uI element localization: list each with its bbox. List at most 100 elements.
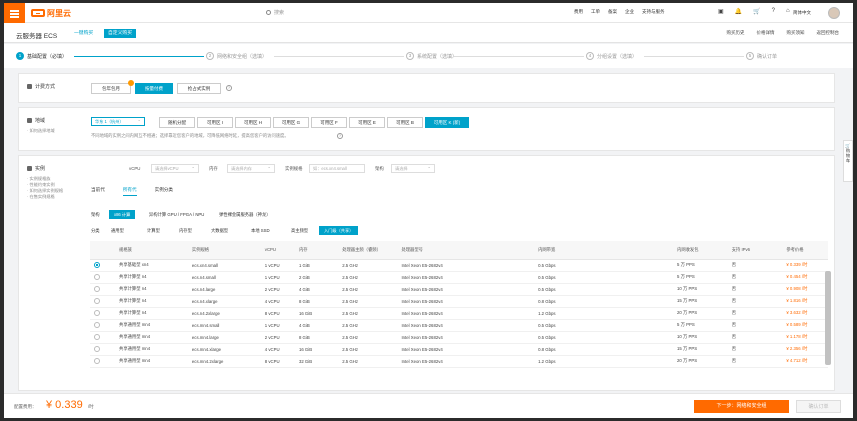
- zone-f[interactable]: 可用区 F: [311, 117, 347, 128]
- col-freq[interactable]: 处理器主频（睿频）: [338, 241, 398, 260]
- price-detail-link[interactable]: 价格详情: [757, 30, 775, 36]
- spec-search-input[interactable]: 如：ecs.xn4.small: [309, 164, 365, 173]
- cat-shared[interactable]: 入门级（共享）: [319, 226, 359, 235]
- tab-current-gen[interactable]: 当前代: [91, 187, 105, 196]
- instance-help-link[interactable]: · 在售实例规格: [27, 194, 55, 200]
- table-row[interactable]: 共享计算型 n4 ecs.n4.large 2 vCPU 4 GiB 2.5 GHz In…: [90, 283, 828, 296]
- freq-cell: 2.5 GHz: [338, 331, 398, 344]
- zone-i[interactable]: 可用区 I: [197, 117, 233, 128]
- zone-e[interactable]: 可用区 E: [349, 117, 385, 128]
- region-help-link[interactable]: · 如何选择地域: [27, 128, 55, 134]
- col-memory[interactable]: 内存: [294, 241, 339, 260]
- table-row[interactable]: 共享基础型 xn4 ecs.xn4.small 1 vCPU 1 GiB 2.5 GHz…: [90, 259, 828, 272]
- tab-all-gen[interactable]: 所有代: [122, 187, 137, 196]
- instance-help-link[interactable]: · 如何选择实例规格: [27, 188, 63, 194]
- col-vcpu[interactable]: vCPU: [260, 241, 295, 260]
- nav-support[interactable]: 支持与服务: [642, 9, 665, 15]
- region-help-icon[interactable]: ?: [337, 133, 343, 139]
- tab-category[interactable]: 实例分类: [155, 187, 173, 196]
- search-icon: [266, 10, 271, 15]
- cat-compute[interactable]: 计算型: [147, 228, 160, 234]
- nav-tickets[interactable]: 工单: [591, 9, 600, 15]
- back-to-console-link[interactable]: 返回控制台: [817, 30, 840, 36]
- table-row[interactable]: 共享计算型 n4 ecs.n4.2xlarge 8 vCPU 16 GiB 2.5 GH…: [90, 307, 828, 320]
- row-radio[interactable]: [94, 345, 100, 352]
- row-radio[interactable]: [94, 261, 100, 268]
- table-scrollbar[interactable]: [825, 271, 831, 365]
- row-radio[interactable]: [94, 297, 100, 304]
- arch-baremetal[interactable]: 弹性裸金属服务器（神龙）: [219, 212, 271, 218]
- tab-one-click-buy[interactable]: 一键购买: [70, 29, 97, 38]
- next-step-button[interactable]: 下一步：网络和安全组: [694, 400, 789, 413]
- step-grouping[interactable]: 4 分组设置（选填）: [586, 52, 637, 60]
- vcpu-select[interactable]: 请选择vCPU: [151, 163, 199, 173]
- col-family[interactable]: 规格族: [115, 241, 188, 260]
- search-box[interactable]: 搜索: [266, 9, 284, 16]
- language-switch[interactable]: 简体中文: [793, 10, 811, 16]
- row-radio[interactable]: [94, 285, 100, 292]
- zone-g[interactable]: 可用区 G: [273, 117, 309, 128]
- step-basic-config[interactable]: 1 基础配置（必填）: [16, 52, 67, 60]
- cat-memory[interactable]: 内存型: [179, 228, 192, 234]
- step-system[interactable]: 3 系统配置（选填）: [406, 52, 457, 60]
- home-icon[interactable]: ⌂: [786, 8, 790, 15]
- col-price[interactable]: 参考价格: [782, 241, 828, 260]
- instance-help-link[interactable]: · 性能约束实例: [27, 182, 55, 188]
- table-row[interactable]: 共享计算型 n4 ecs.n4.xlarge 4 vCPU 8 GiB 2.5 GHz I…: [90, 295, 828, 308]
- freq-cell: 2.5 GHz: [338, 319, 398, 332]
- nav-fees[interactable]: 费用: [574, 9, 583, 15]
- col-cpu-model[interactable]: 处理器型号: [397, 241, 535, 260]
- row-radio[interactable]: [94, 333, 100, 340]
- billing-subscription-button[interactable]: 包年包月: [91, 80, 134, 94]
- step-confirm[interactable]: 5 确认订单: [746, 52, 777, 60]
- table-body: 共享基础型 xn4 ecs.xn4.small 1 vCPU 1 GiB 2.5 GHz…: [90, 259, 828, 368]
- billing-help-icon[interactable]: ?: [226, 85, 232, 91]
- row-radio[interactable]: [94, 321, 100, 328]
- col-ipv6[interactable]: 支持 IPv6: [727, 241, 783, 260]
- cat-general[interactable]: 通用型: [111, 228, 124, 234]
- memory-cell: 8 GiB: [294, 295, 339, 308]
- cat-local-ssd[interactable]: 本地 SSD: [251, 228, 270, 234]
- purchase-notes-link[interactable]: 购买须知: [787, 30, 805, 36]
- row-radio[interactable]: [94, 357, 100, 364]
- cat-bigdata[interactable]: 大数据型: [211, 228, 228, 234]
- billing-payg-button[interactable]: 按量付费: [135, 83, 173, 94]
- confirm-order-button[interactable]: 确认订单: [796, 400, 841, 413]
- step-network[interactable]: 2 网络和安全组（选填）: [206, 52, 267, 60]
- pps-cell: 5 万 PPS: [673, 271, 728, 284]
- table-row[interactable]: 共享通用型 mn4 ecs.mn4.2xlarge 8 vCPU 32 GiB 2.5 …: [90, 355, 828, 368]
- cart-icon[interactable]: 🛒: [753, 8, 760, 15]
- aliyun-logo[interactable]: 阿里云: [31, 8, 71, 18]
- arch-select[interactable]: 请选择: [391, 163, 435, 173]
- col-bandwidth[interactable]: 内网带宽: [534, 241, 674, 260]
- instance-help-link[interactable]: · 实例规格族: [27, 176, 51, 182]
- cart-sidebar[interactable]: 🛒 购物车: [843, 140, 853, 182]
- region-select[interactable]: 华东 1（杭州）: [91, 116, 145, 126]
- table-row[interactable]: 共享通用型 mn4 ecs.mn4.large 2 vCPU 8 GiB 2.5 GHz…: [90, 331, 828, 344]
- zone-k[interactable]: 可用区 K (新): [425, 117, 469, 128]
- table-row[interactable]: 共享通用型 mn4 ecs.mn4.small 1 vCPU 4 GiB 2.5 GHz…: [90, 319, 828, 332]
- cat-high-freq[interactable]: 高主频型: [291, 228, 308, 234]
- billing-spot-button[interactable]: 抢占式实例: [177, 83, 221, 94]
- col-spec[interactable]: 实例规格: [187, 241, 261, 260]
- purchase-history-link[interactable]: 购买历史: [727, 30, 745, 36]
- console-icon[interactable]: ▣: [718, 8, 724, 15]
- nav-enterprise[interactable]: 企业: [625, 9, 634, 15]
- memory-select[interactable]: 请选择内存: [227, 163, 275, 173]
- menu-icon[interactable]: [4, 3, 25, 23]
- arch-x86[interactable]: x86 计算: [109, 210, 136, 219]
- bell-icon[interactable]: 🔔: [735, 8, 742, 15]
- table-row[interactable]: 共享计算型 n4 ecs.n4.small 1 vCPU 2 GiB 2.5 GHz In…: [90, 271, 828, 284]
- col-pps[interactable]: 内网收发包: [673, 241, 728, 260]
- row-radio[interactable]: [94, 309, 100, 316]
- help-icon[interactable]: ?: [772, 8, 775, 15]
- avatar[interactable]: [828, 7, 840, 19]
- zone-b[interactable]: 可用区 B: [387, 117, 423, 128]
- tab-custom-buy[interactable]: 自定义购买: [104, 29, 136, 38]
- zone-h[interactable]: 可用区 H: [235, 117, 271, 128]
- arch-heterogeneous[interactable]: 异构计算 GPU / FPGA / NPU: [149, 212, 204, 218]
- row-radio[interactable]: [94, 273, 100, 280]
- table-row[interactable]: 共享通用型 mn4 ecs.mn4.xlarge 4 vCPU 16 GiB 2.5 G…: [90, 343, 828, 356]
- nav-icp[interactable]: 备案: [608, 9, 617, 15]
- zone-random[interactable]: 随机分配: [159, 117, 195, 128]
